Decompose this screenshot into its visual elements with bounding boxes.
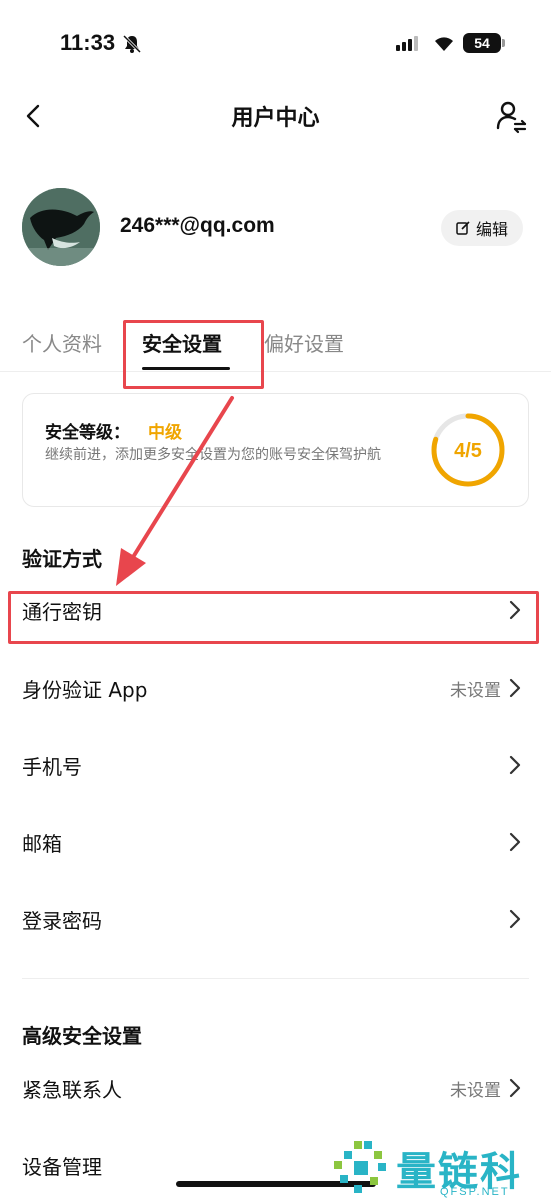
tab-bar: 个人资料 安全设置 偏好设置 (0, 320, 551, 372)
user-switch-icon[interactable] (493, 98, 529, 134)
row-email[interactable]: 邮箱 (0, 812, 551, 872)
edit-label: 编辑 (475, 220, 508, 239)
advanced-section-title: 高级安全设置 (22, 1024, 142, 1048)
row-label: 邮箱 (22, 832, 62, 856)
security-description: 继续前进，添加更多安全设置为您的账号安全保驾护航 (45, 447, 381, 463)
row-label: 设备管理 (22, 1155, 102, 1179)
row-login-password[interactable]: 登录密码 (0, 889, 551, 949)
watermark-logo-icon (334, 1141, 386, 1193)
row-label: 身份验证 App (22, 678, 148, 702)
avatar[interactable] (22, 188, 100, 266)
user-email: 246***@qq.com (120, 214, 275, 237)
tab-personal-info[interactable]: 个人资料 (22, 328, 102, 357)
edit-profile-button[interactable]: 编辑 (441, 210, 523, 246)
security-level-label: 安全等级： (45, 423, 130, 443)
security-level-card: 安全等级： 中级 继续前进，添加更多安全设置为您的账号安全保驾护航 4/5 (22, 393, 529, 507)
row-authenticator-app[interactable]: 身份验证 App 未设置 (0, 658, 551, 718)
row-passkey[interactable]: 通行密钥 (0, 580, 551, 640)
chevron-right-icon (509, 600, 521, 620)
row-label: 手机号 (22, 755, 82, 779)
security-level-value: 中级 (148, 423, 182, 443)
security-score-text: 4/5 (454, 440, 482, 462)
chevron-right-icon (509, 909, 521, 929)
wifi-icon (435, 37, 453, 51)
tab-preferences[interactable]: 偏好设置 (264, 328, 344, 357)
chevron-right-icon (509, 678, 521, 698)
row-phone[interactable]: 手机号 (0, 735, 551, 795)
watermark: 量链科技 QFSP.NET (330, 1135, 551, 1200)
chevron-right-icon (509, 1078, 521, 1098)
row-label: 紧急联系人 (22, 1078, 122, 1102)
bell-off-icon (122, 34, 142, 54)
page-title: 用户中心 (231, 106, 320, 131)
tab-security-settings[interactable]: 安全设置 (142, 328, 222, 357)
whale-avatar-icon (22, 188, 100, 266)
nav-bar: 用户中心 (0, 90, 551, 142)
battery-icon: 54 (463, 33, 501, 53)
section-divider (22, 978, 529, 979)
profile-header: 246***@qq.com 编辑 (0, 188, 551, 268)
row-status: 未设置 (450, 1081, 501, 1101)
row-label: 通行密钥 (22, 600, 102, 624)
active-tab-underline (142, 367, 230, 370)
edit-icon (456, 221, 470, 235)
row-status: 未设置 (450, 681, 501, 701)
security-score-ring: 4/5 (431, 413, 505, 487)
status-time: 11:33 (60, 30, 116, 55)
chevron-right-icon (509, 832, 521, 852)
watermark-subtext: QFSP.NET (440, 1186, 510, 1198)
chevron-right-icon (509, 755, 521, 775)
status-bar: 11:33 54 (0, 0, 551, 90)
battery-tip (502, 39, 505, 47)
signal-icon (396, 36, 418, 51)
battery-level: 54 (474, 35, 490, 51)
verification-section-title: 验证方式 (22, 547, 102, 571)
row-label: 登录密码 (22, 909, 102, 933)
row-emergency-contact[interactable]: 紧急联系人 未设置 (0, 1058, 551, 1118)
